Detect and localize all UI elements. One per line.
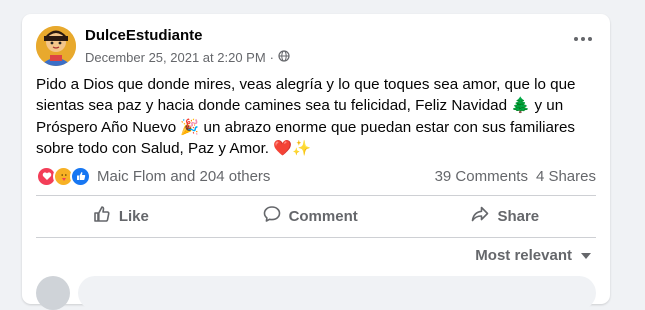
reaction-icons[interactable] (36, 165, 91, 187)
current-user-avatar[interactable] (36, 276, 70, 310)
like-label: Like (118, 207, 149, 225)
divider (36, 195, 596, 196)
action-bar: Like Comment Share (36, 200, 596, 232)
heart-emoji: ❤️ (273, 139, 293, 158)
post-meta: December 25, 2021 at 2:20 PM · (85, 50, 290, 65)
sparkles-emoji: ✨ (292, 139, 312, 158)
comment-icon (263, 205, 281, 227)
comment-input[interactable] (78, 276, 596, 310)
party-emoji: 🎉 (180, 117, 200, 136)
reactions-row: Maic Flom and 204 others 39 Comments 4 S… (36, 164, 596, 188)
comments-count[interactable]: 39 Comments (435, 168, 528, 185)
dot (574, 37, 578, 41)
comment-label: Comment (288, 207, 358, 225)
post-text-part: Pido a Dios que donde mires, veas alegrí… (36, 76, 576, 115)
divider (36, 237, 596, 238)
like-button[interactable]: Like (93, 205, 149, 227)
avatar-image (36, 26, 76, 66)
author-avatar[interactable] (36, 26, 76, 66)
share-label: Share (497, 207, 540, 225)
author-name[interactable]: DulceEstudiante (85, 27, 203, 44)
reaction-summary[interactable]: Maic Flom and 204 others (97, 168, 270, 185)
dot (588, 37, 592, 41)
thumbs-up-icon (93, 205, 111, 227)
post-card: DulceEstudiante December 25, 2021 at 2:2… (22, 14, 610, 310)
post-timestamp[interactable]: December 25, 2021 at 2:20 PM (85, 50, 266, 65)
like-icon (70, 165, 91, 187)
engagement-counts: 39 Comments 4 Shares (435, 168, 596, 185)
tree-emoji: 🌲 (511, 96, 531, 115)
caret-down-icon (580, 247, 592, 264)
share-button[interactable]: Share (471, 205, 539, 227)
dot (581, 37, 585, 41)
shares-count[interactable]: 4 Shares (536, 168, 596, 185)
globe-icon (278, 50, 290, 65)
meta-separator: · (269, 50, 275, 65)
comment-sort-dropdown[interactable]: Most relevant (475, 247, 592, 264)
comment-button[interactable]: Comment (263, 205, 358, 227)
sort-label: Most relevant (475, 247, 572, 264)
more-options-button[interactable] (572, 32, 594, 46)
share-icon (471, 205, 489, 227)
post-text: Pido a Dios que donde mires, veas alegrí… (36, 74, 596, 160)
